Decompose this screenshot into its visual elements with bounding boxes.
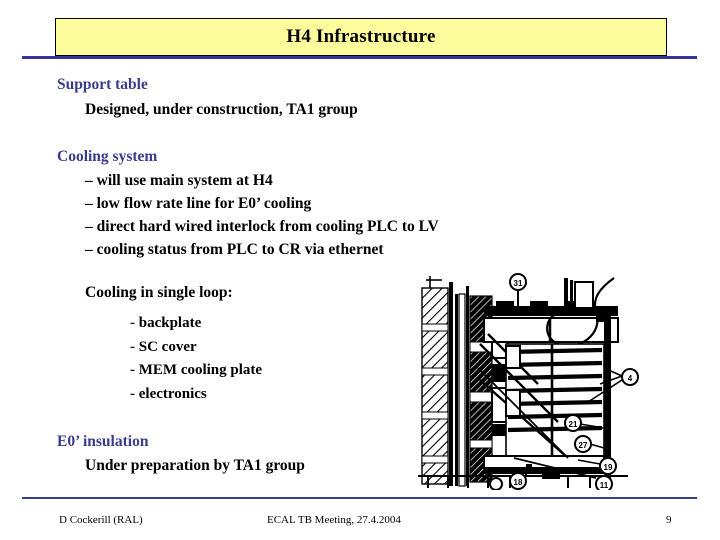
callout-balloon-11: 11 xyxy=(595,475,613,490)
vertical-plates xyxy=(449,282,469,487)
list-item: - MEM cooling plate xyxy=(130,362,263,378)
list-item: - electronics xyxy=(130,386,207,402)
svg-text:19: 19 xyxy=(604,463,613,472)
svg-text:18: 18 xyxy=(514,478,523,487)
section-heading-e0-insulation: E0’ insulation xyxy=(57,433,149,450)
callout-balloon-small xyxy=(489,477,503,490)
svg-text:21: 21 xyxy=(569,420,578,429)
cooling-loop-cross-section-drawing: 31 4 21 27 19 11 18 xyxy=(418,272,646,490)
list-item: – low flow rate line for E0’ cooling xyxy=(85,195,312,212)
footer-author: D Cockerill (RAL) xyxy=(59,514,143,526)
svg-text:4: 4 xyxy=(628,374,633,383)
list-item: – cooling status from PLC to CR via ethe… xyxy=(85,241,384,258)
footer-page-number: 9 xyxy=(666,514,672,526)
section-heading-cooling-system: Cooling system xyxy=(57,148,158,165)
list-item: Designed, under construction, TA1 group xyxy=(85,101,358,118)
section-heading-support-table: Support table xyxy=(57,76,148,93)
list-item: – direct hard wired interlock from cooli… xyxy=(85,218,439,235)
svg-text:11: 11 xyxy=(600,481,609,490)
svg-text:27: 27 xyxy=(579,441,588,450)
list-item: Under preparation by TA1 group xyxy=(85,457,305,474)
footer-divider xyxy=(22,497,697,499)
svg-text:31: 31 xyxy=(514,279,523,288)
wall-section-hatching xyxy=(421,287,449,485)
subgroup-title-cooling-single-loop: Cooling in single loop: xyxy=(85,284,233,301)
list-item: - backplate xyxy=(130,315,202,331)
list-item: – will use main system at H4 xyxy=(85,172,273,189)
list-item: - SC cover xyxy=(130,339,197,355)
footer-meeting: ECAL TB Meeting, 27.4.2004 xyxy=(267,514,401,526)
